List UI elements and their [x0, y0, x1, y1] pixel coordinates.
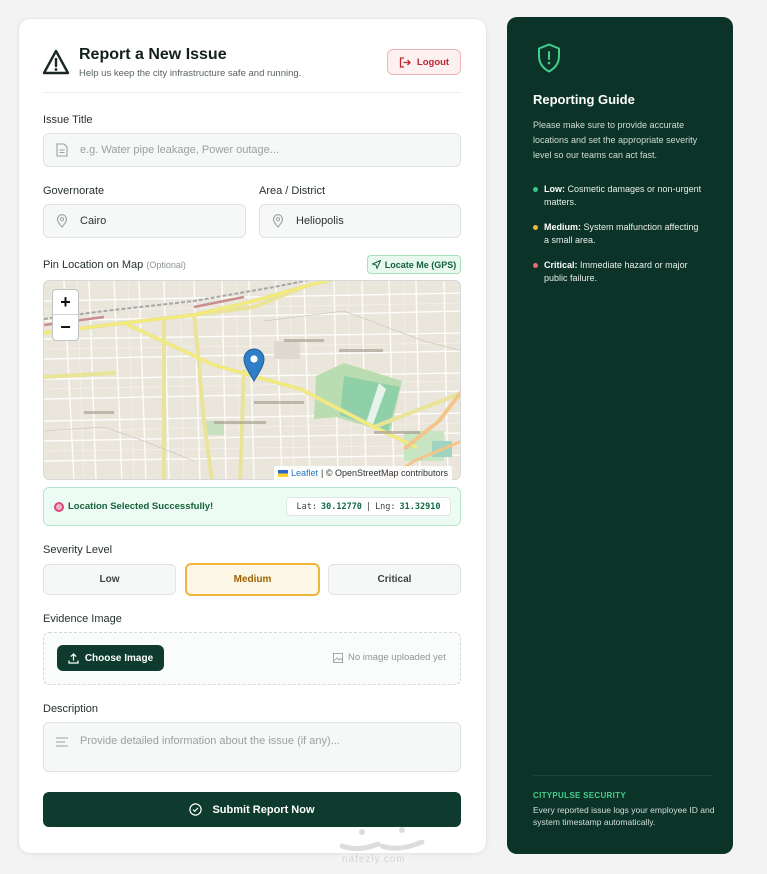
- no-image-status: No image uploaded yet: [333, 652, 446, 663]
- governorate-field[interactable]: Cairo: [43, 204, 246, 238]
- locate-me-label: Locate Me (GPS): [384, 259, 457, 270]
- critical-dot-icon: [533, 263, 538, 268]
- check-circle-icon: [189, 803, 203, 816]
- locate-me-button[interactable]: Locate Me (GPS): [367, 255, 461, 274]
- coordinates-readout: Lat: 30.12770 | Lng: 31.32910: [286, 497, 451, 516]
- logout-label: Logout: [416, 56, 450, 68]
- security-text: Every reported issue logs your employee …: [533, 805, 715, 827]
- low-dot-icon: [533, 187, 538, 192]
- logout-icon: [399, 56, 411, 68]
- warning-triangle-icon: [42, 49, 70, 75]
- issue-title-placeholder: e.g. Water pipe leakage, Power outage...: [80, 144, 279, 156]
- guide-medium-level: Medium:: [544, 222, 581, 232]
- zoom-in-button[interactable]: +: [53, 290, 78, 315]
- ukraine-flag-icon: [278, 469, 288, 477]
- shield-icon: [538, 43, 560, 73]
- coord-separator: |: [365, 501, 372, 512]
- location-status-text: Location Selected Successfully!: [68, 501, 214, 512]
- location-map[interactable]: [43, 280, 461, 480]
- district-field[interactable]: Heliopolis: [259, 204, 461, 238]
- map-label: Pin Location on Map (Optional): [43, 259, 186, 271]
- navigation-arrow-icon: [371, 260, 381, 269]
- guide-critical-level: Critical:: [544, 260, 578, 270]
- issue-title-input[interactable]: e.g. Water pipe leakage, Power outage...: [43, 133, 461, 167]
- governorate-label: Governorate: [43, 185, 105, 197]
- watermark-logo: nafezly.com: [338, 822, 428, 870]
- guide-item-medium: Medium: System malfunction affecting a s…: [544, 221, 704, 247]
- submit-label: Submit Report Now: [212, 803, 315, 816]
- guide-low-text: Cosmetic damages or non-urgent matters.: [544, 184, 702, 207]
- guide-item-low: Low: Cosmetic damages or non-urgent matt…: [544, 183, 704, 209]
- description-textarea[interactable]: Provide detailed information about the i…: [43, 722, 461, 772]
- location-pin-icon: [56, 214, 70, 228]
- map-zoom-control: + −: [52, 289, 79, 341]
- page-title: Report a New Issue: [79, 46, 227, 63]
- guide-divider: [533, 775, 713, 776]
- severity-critical-button[interactable]: Critical: [328, 564, 461, 595]
- map-label-text: Pin Location on Map: [43, 259, 144, 271]
- lng-value: 31.32910: [399, 501, 441, 512]
- lat-label: Lat:: [296, 501, 317, 512]
- text-lines-icon: [56, 737, 68, 750]
- security-title: CITYPULSE SECURITY: [533, 791, 626, 800]
- guide-intro: Please make sure to provide accurate loc…: [533, 120, 698, 160]
- image-icon: [333, 652, 343, 663]
- severity-label: Severity Level: [43, 544, 113, 556]
- severity-low-button[interactable]: Low: [43, 564, 176, 595]
- watermark-mark: [339, 827, 425, 852]
- description-label: Description: [43, 703, 99, 715]
- location-pin-icon: [272, 214, 286, 228]
- lng-label: Lng:: [375, 501, 396, 512]
- no-image-text: No image uploaded yet: [348, 652, 446, 663]
- issue-title-label: Issue Title: [43, 114, 93, 126]
- page-subtitle: Help us keep the city infrastructure saf…: [79, 68, 302, 79]
- district-value: Heliopolis: [296, 215, 344, 227]
- map-attribution: Leaflet | © OpenStreetMap contributors: [274, 466, 453, 480]
- attribution-text: | © OpenStreetMap contributors: [321, 468, 449, 478]
- watermark-text: nafezly.com: [342, 854, 406, 865]
- logout-button[interactable]: Logout: [387, 49, 461, 75]
- header-divider: [43, 92, 461, 93]
- zoom-out-button[interactable]: −: [53, 315, 78, 340]
- leaflet-link[interactable]: Leaflet: [291, 468, 318, 478]
- medium-dot-icon: [533, 225, 538, 230]
- description-placeholder: Provide detailed information about the i…: [80, 735, 340, 747]
- choose-image-button[interactable]: Choose Image: [57, 645, 164, 671]
- evidence-label: Evidence Image: [43, 613, 122, 625]
- guide-low-level: Low:: [544, 184, 565, 194]
- upload-icon: [68, 652, 79, 664]
- district-label: Area / District: [259, 185, 326, 197]
- governorate-value: Cairo: [80, 215, 107, 227]
- document-icon: [56, 143, 70, 157]
- severity-medium-button[interactable]: Medium: [185, 563, 320, 596]
- guide-title: Reporting Guide: [533, 92, 635, 107]
- target-icon: [54, 502, 64, 512]
- lat-value: 30.12770: [320, 501, 362, 512]
- choose-image-label: Choose Image: [84, 652, 154, 664]
- map-tiles: [44, 281, 460, 479]
- map-optional-text: (Optional): [146, 260, 186, 270]
- guide-item-critical: Critical: Immediate hazard or major publ…: [544, 259, 704, 285]
